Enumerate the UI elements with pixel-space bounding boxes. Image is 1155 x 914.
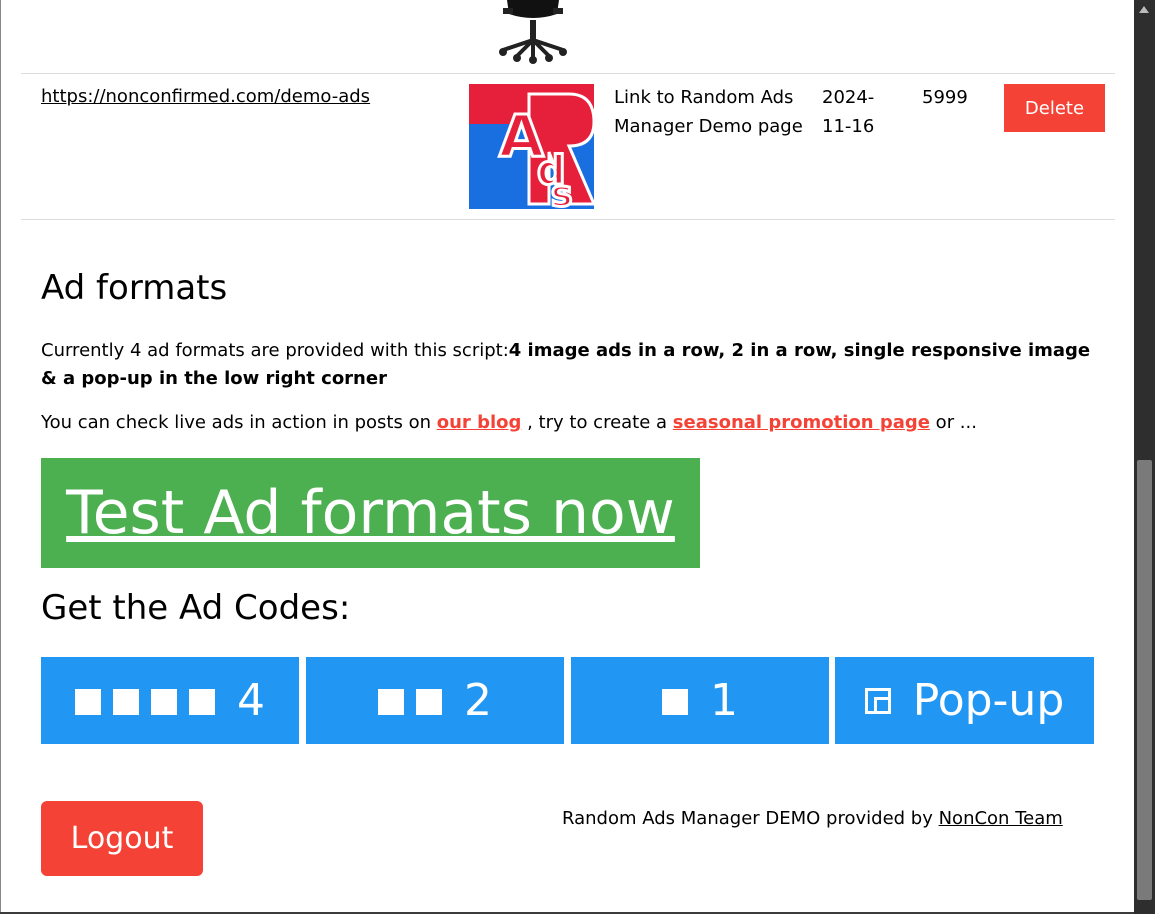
scroll-up-arrow-icon[interactable]	[1139, 6, 1149, 13]
page-viewport: https://nonconfirmed.com/demo-ads A d s …	[0, 0, 1134, 912]
vertical-scrollbar[interactable]	[1134, 0, 1155, 914]
table-bottom-divider	[21, 219, 1115, 220]
live-ads-text: You can check live ads in action in post…	[41, 412, 977, 433]
footer-credit-text: Random Ads Manager DEMO provided by	[562, 808, 939, 829]
ad-codes-heading: Get the Ad Codes:	[41, 588, 351, 628]
noncon-team-link[interactable]: NonCon Team	[939, 808, 1063, 829]
code-button-2-ads[interactable]: 2	[306, 657, 564, 744]
code-button-label: 4	[237, 675, 265, 726]
chair-ad-image	[499, 0, 567, 64]
code-button-1-ad[interactable]: 1	[571, 657, 829, 744]
live-prefix: You can check live ads in action in post…	[41, 412, 437, 433]
scroll-thumb[interactable]	[1137, 460, 1152, 900]
ad-formats-description: Currently 4 ad formats are provided with…	[41, 337, 1101, 393]
table-row-divider	[21, 73, 1115, 74]
one-square-icon	[662, 675, 710, 726]
popup-corner-icon	[864, 687, 891, 714]
test-ad-formats-label: Test Ad formats now	[66, 478, 675, 548]
ad-url-link[interactable]: https://nonconfirmed.com/demo-ads	[41, 86, 370, 107]
test-ad-formats-button[interactable]: Test Ad formats now	[41, 458, 700, 568]
delete-button[interactable]: Delete	[1004, 84, 1105, 132]
seasonal-promotion-link[interactable]: seasonal promotion page	[673, 412, 930, 433]
footer-credit: Random Ads Manager DEMO provided by NonC…	[562, 808, 1063, 829]
two-squares-icon	[378, 675, 464, 726]
ad-click-count: 5999	[922, 87, 968, 108]
code-button-label: 2	[464, 675, 492, 726]
ad-date: 2024-11-16	[822, 87, 875, 137]
ad-description: Link to Random Ads Manager Demo page	[614, 87, 803, 137]
code-button-popup[interactable]: Pop-up	[835, 657, 1094, 744]
ads-logo-image: A d s	[469, 84, 594, 209]
code-button-label: Pop-up	[912, 675, 1065, 726]
code-button-4-ads[interactable]: 4	[41, 657, 299, 744]
live-middle: , try to create a	[521, 412, 673, 433]
formats-intro-text: Currently 4 ad formats are provided with…	[41, 340, 509, 361]
svg-text:s: s	[551, 174, 572, 209]
four-squares-icon	[75, 675, 237, 726]
blog-link[interactable]: our blog	[437, 412, 522, 433]
logout-button[interactable]: Logout	[41, 801, 203, 876]
live-suffix: or ...	[929, 412, 977, 433]
code-button-label: 1	[710, 675, 738, 726]
ad-formats-heading: Ad formats	[41, 268, 228, 308]
